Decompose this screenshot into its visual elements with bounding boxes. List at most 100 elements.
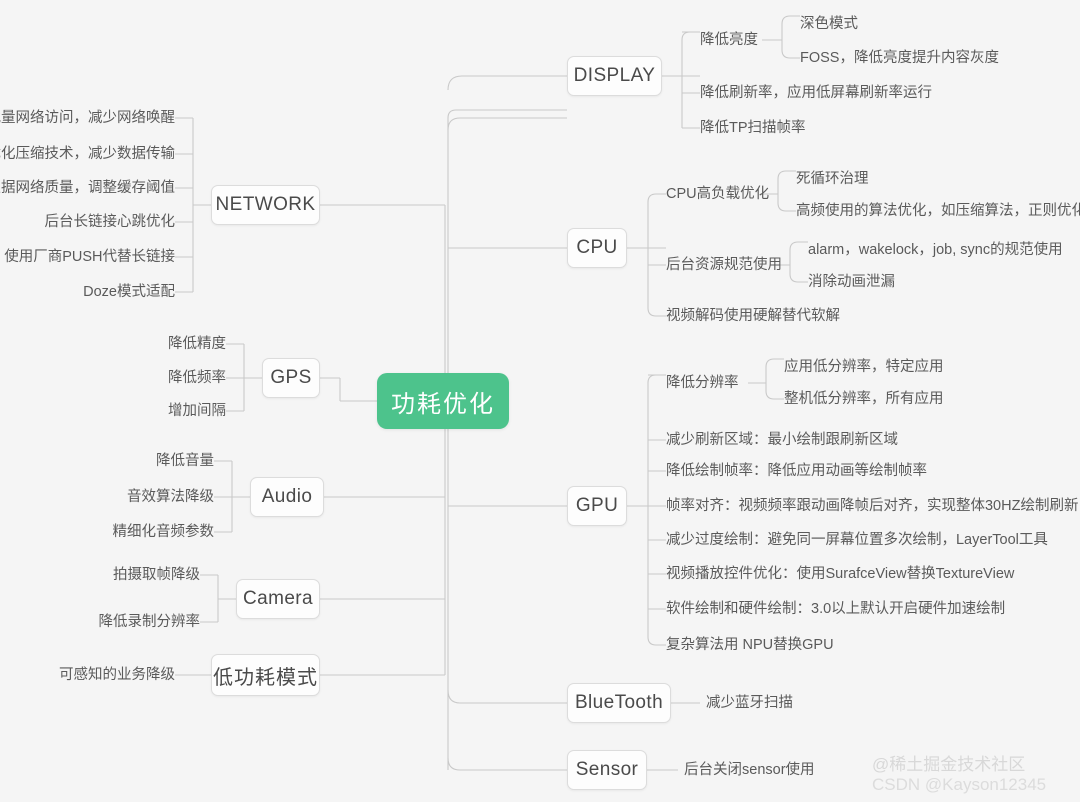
leaf-label: 降低精度 <box>168 336 226 352</box>
leaf-gpu-3[interactable]: 帧率对齐：视频频率跟动画降帧后对齐，实现整体30HZ绘制刷新 <box>666 497 1078 515</box>
leaf-network-5[interactable]: Doze模式适配 <box>83 283 175 301</box>
leaf-display-0-0[interactable]: 深色模式 <box>800 15 858 33</box>
leaf-gpu-6[interactable]: 软件绘制和硬件绘制：3.0以上默认开启硬件加速绘制 <box>666 600 1005 618</box>
leaf-sensor-0[interactable]: 后台关闭sensor使用 <box>684 761 815 779</box>
leaf-label: 降低录制分辨率 <box>98 614 201 630</box>
branch-node-lowpower[interactable]: 低功耗模式 <box>211 654 320 696</box>
leaf-label: 深色模式 <box>800 16 858 32</box>
branch-label-lowpower: 低功耗模式 <box>213 666 318 689</box>
branch-label-audio: Audio <box>261 486 313 507</box>
leaf-label: CPU高负载优化 <box>666 186 770 202</box>
branch-node-audio[interactable]: Audio <box>250 477 324 517</box>
leaf-gpu-2[interactable]: 降低绘制帧率：降低应用动画等绘制帧率 <box>666 462 927 480</box>
watermark-line-2: CSDN @Kayson12345 <box>872 775 1047 794</box>
watermark-line-1: @稀土掘金技术社区 <box>872 755 1026 774</box>
leaf-label: 后台长链接心跳优化 <box>44 214 176 230</box>
leaf-display-0-1[interactable]: FOSS，降低亮度提升内容灰度 <box>800 49 999 67</box>
leaf-camera-0[interactable]: 拍摄取帧降级 <box>113 566 200 584</box>
leaf-cpu-1-1[interactable]: 消除动画泄漏 <box>808 273 895 291</box>
leaf-label: 视频播放控件优化：使用SurafceView替换TextureView <box>666 566 1015 582</box>
leaf-label: 降低刷新率，应用低屏幕刷新率运行 <box>700 85 932 101</box>
leaf-gpu-0[interactable]: 降低分辨率 <box>666 374 739 392</box>
leaf-label: 减少蓝牙扫描 <box>706 695 793 711</box>
branch-label-display: DISPLAY <box>573 65 656 86</box>
root-node[interactable]: 功耗优化 <box>377 373 509 429</box>
branch-label-bluetooth: BlueTooth <box>574 692 664 713</box>
branch-node-bluetooth[interactable]: BlueTooth <box>567 683 671 723</box>
branch-node-sensor[interactable]: Sensor <box>567 750 647 790</box>
leaf-bluetooth-0[interactable]: 减少蓝牙扫描 <box>706 694 793 712</box>
leaf-label: 音效算法降级 <box>127 489 214 505</box>
leaf-label: 降低频率 <box>168 370 226 386</box>
leaf-label: 根据网络质量，调整缓存阈值 <box>0 180 175 196</box>
branch-label-gps: GPS <box>270 367 312 388</box>
leaf-label: FOSS，降低亮度提升内容灰度 <box>800 50 999 66</box>
leaf-gpu-5[interactable]: 视频播放控件优化：使用SurafceView替换TextureView <box>666 565 1014 583</box>
leaf-label: 软件绘制和硬件绘制：3.0以上默认开启硬件加速绘制 <box>666 601 1006 617</box>
leaf-network-4[interactable]: 使用厂商PUSH代替长链接 <box>4 248 175 266</box>
leaf-label: 拍摄取帧降级 <box>113 567 200 583</box>
leaf-gps-0[interactable]: 降低精度 <box>168 335 226 353</box>
root-label: 功耗优化 <box>391 390 495 418</box>
leaf-label: 降低绘制帧率：降低应用动画等绘制帧率 <box>666 463 927 479</box>
leaf-cpu-0-1[interactable]: 高频使用的算法优化，如压缩算法，正则优化等 <box>796 202 1080 220</box>
leaf-audio-2[interactable]: 精细化音频参数 <box>113 523 215 541</box>
branch-label-cpu: CPU <box>576 237 618 258</box>
leaf-label: 后台关闭sensor使用 <box>684 762 815 778</box>
leaf-label: 死循环治理 <box>796 171 869 187</box>
leaf-label: 应用低分辨率，特定应用 <box>784 359 944 375</box>
leaf-label: 批量网络访问，减少网络唤醒 <box>0 110 175 126</box>
leaf-cpu-0-0[interactable]: 死循环治理 <box>796 170 869 188</box>
leaf-gpu-4[interactable]: 减少过度绘制：避免同一屏幕位置多次绘制，LayerTool工具 <box>666 531 1048 549</box>
leaf-label: 复杂算法用 NPU替换GPU <box>666 637 834 653</box>
leaf-label: 降低音量 <box>156 453 214 469</box>
leaf-label: 降低TP扫描帧率 <box>700 120 806 136</box>
leaf-label: 减少刷新区域：最小绘制跟刷新区域 <box>666 432 898 448</box>
leaf-network-0[interactable]: 批量网络访问，减少网络唤醒 <box>0 109 175 127</box>
branch-label-gpu: GPU <box>575 495 619 516</box>
leaf-network-3[interactable]: 后台长链接心跳优化 <box>45 213 176 231</box>
branch-label-camera: Camera <box>243 588 313 609</box>
branch-label-network: NETWORK <box>215 194 316 215</box>
leaf-label: Doze模式适配 <box>83 284 175 300</box>
leaf-cpu-2[interactable]: 视频解码使用硬解替代软解 <box>666 307 840 325</box>
leaf-cpu-1[interactable]: 后台资源规范使用 <box>666 256 782 274</box>
leaf-display-2[interactable]: 降低TP扫描帧率 <box>700 119 806 137</box>
leaf-label: 帧率对齐：视频频率跟动画降帧后对齐，实现整体30HZ绘制刷新 <box>666 498 1079 514</box>
leaf-label: 视频解码使用硬解替代软解 <box>666 308 840 324</box>
leaf-label: 降低亮度 <box>700 32 758 48</box>
branch-node-network[interactable]: NETWORK <box>211 185 320 225</box>
leaf-label: alarm，wakelock，job, sync的规范使用 <box>808 242 1063 258</box>
leaf-cpu-1-0[interactable]: alarm，wakelock，job, sync的规范使用 <box>808 241 1063 259</box>
watermark: @稀土掘金技术社区 CSDN @Kayson12345 <box>872 755 1046 795</box>
leaf-label: 优化压缩技术，减少数据传输 <box>0 146 175 162</box>
leaf-label: 后台资源规范使用 <box>666 257 782 273</box>
leaf-gpu-7[interactable]: 复杂算法用 NPU替换GPU <box>666 636 834 654</box>
leaf-audio-1[interactable]: 音效算法降级 <box>127 488 214 506</box>
leaf-camera-1[interactable]: 降低录制分辨率 <box>99 613 201 631</box>
leaf-label: 精细化音频参数 <box>112 524 215 540</box>
leaf-label: 高频使用的算法优化，如压缩算法，正则优化等 <box>796 203 1080 219</box>
leaf-cpu-0[interactable]: CPU高负载优化 <box>666 185 769 203</box>
leaf-gps-1[interactable]: 降低频率 <box>168 369 226 387</box>
branch-node-gps[interactable]: GPS <box>262 358 320 398</box>
leaf-lowpower-0[interactable]: 可感知的业务降级 <box>59 666 175 684</box>
leaf-label: 可感知的业务降级 <box>59 667 175 683</box>
leaf-display-1[interactable]: 降低刷新率，应用低屏幕刷新率运行 <box>700 84 932 102</box>
leaf-gpu-0-0[interactable]: 应用低分辨率，特定应用 <box>784 358 944 376</box>
branch-node-gpu[interactable]: GPU <box>567 486 627 526</box>
mindmap-canvas: 功耗优化 DISPLAY CPU GPU BlueTooth Sensor NE… <box>0 0 1080 802</box>
branch-node-cpu[interactable]: CPU <box>567 228 627 268</box>
leaf-display-0[interactable]: 降低亮度 <box>700 31 758 49</box>
leaf-gpu-1[interactable]: 减少刷新区域：最小绘制跟刷新区域 <box>666 431 898 449</box>
leaf-label: 减少过度绘制：避免同一屏幕位置多次绘制，LayerTool工具 <box>666 532 1048 548</box>
leaf-network-1[interactable]: 优化压缩技术，减少数据传输 <box>0 145 175 163</box>
leaf-network-2[interactable]: 根据网络质量，调整缓存阈值 <box>0 179 175 197</box>
leaf-label: 消除动画泄漏 <box>808 274 895 290</box>
leaf-label: 使用厂商PUSH代替长链接 <box>4 249 175 265</box>
leaf-gpu-0-1[interactable]: 整机低分辨率，所有应用 <box>784 390 944 408</box>
branch-node-camera[interactable]: Camera <box>236 579 320 619</box>
leaf-audio-0[interactable]: 降低音量 <box>156 452 214 470</box>
leaf-gps-2[interactable]: 增加间隔 <box>168 402 226 420</box>
branch-node-display[interactable]: DISPLAY <box>567 56 662 96</box>
